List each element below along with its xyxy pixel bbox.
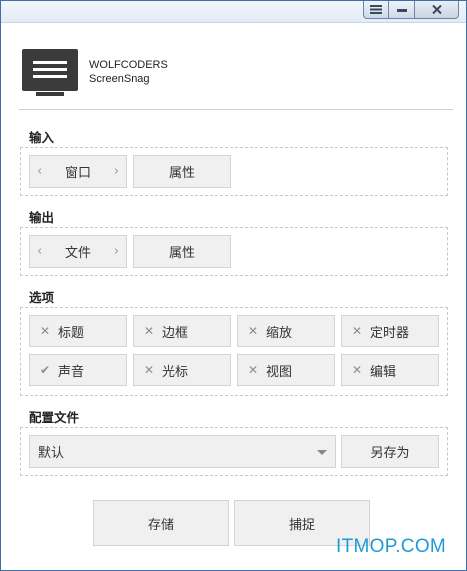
unchecked-x-icon: ✕ [143,363,155,377]
watermark-text: ITMOP.COM [336,536,447,557]
prev-arrow-icon[interactable]: ‹ [37,244,42,259]
option-label: 光标 [162,364,189,380]
option-timer-toggle[interactable]: ✕ 定时器 [341,315,439,347]
save-as-label: 另存为 [370,446,410,461]
next-arrow-icon[interactable]: › [114,164,119,179]
save-button[interactable]: 存储 [93,500,229,546]
option-label: 缩放 [266,325,293,341]
profile-select[interactable]: 默认 [29,435,336,468]
menu-icon [370,5,382,14]
unchecked-x-icon: ✕ [143,324,155,338]
brand-company: WOLFCODERS [89,59,168,71]
next-arrow-icon[interactable]: › [114,244,119,259]
option-sound-toggle[interactable]: ✔ 声音 [29,354,127,386]
option-label: 编辑 [370,364,397,380]
option-view-toggle[interactable]: ✕ 视图 [237,354,335,386]
output-properties-button[interactable]: 属性 [133,235,231,268]
output-target-value: 文件 [64,246,91,261]
prev-arrow-icon[interactable]: ‹ [37,164,42,179]
option-cursor-toggle[interactable]: ✕ 光标 [133,354,231,386]
title-bar [1,1,466,23]
minimize-icon [396,8,407,12]
window-controls [363,1,459,19]
option-label: 声音 [58,364,85,380]
close-button[interactable] [415,1,459,19]
menu-button[interactable] [363,1,389,19]
header-divider [19,109,453,110]
option-zoom-toggle[interactable]: ✕ 缩放 [237,315,335,347]
save-as-button[interactable]: 另存为 [341,435,439,468]
option-label: 定时器 [370,325,410,341]
output-properties-label: 属性 [168,246,195,261]
unchecked-x-icon: ✕ [39,324,51,338]
options-section-title: 选项 [29,290,55,305]
output-section-title: 输出 [29,210,55,225]
chevron-down-icon [317,450,327,455]
unchecked-x-icon: ✕ [351,363,363,377]
brand-text: WOLFCODERS ScreenSnag [89,58,168,86]
unchecked-x-icon: ✕ [247,324,259,338]
input-section-title: 输入 [29,130,55,145]
unchecked-x-icon: ✕ [351,324,363,338]
profile-section-title: 配置文件 [29,410,80,425]
input-source-value: 窗口 [64,166,91,181]
minimize-button[interactable] [389,1,415,19]
input-properties-button[interactable]: 属性 [133,155,231,188]
monitor-stand [36,92,64,96]
option-label: 标题 [58,325,85,341]
input-properties-label: 属性 [168,166,195,181]
capture-label: 捕捉 [288,517,315,533]
output-target-selector[interactable]: ‹ 文件 › [29,235,127,268]
app-window: WOLFCODERS ScreenSnag 输入 ‹ 窗口 › 属性 输出 ‹ … [0,0,467,571]
checkmark-icon: ✔ [39,363,51,377]
option-label: 边框 [162,325,189,341]
input-source-selector[interactable]: ‹ 窗口 › [29,155,127,188]
option-title-toggle[interactable]: ✕ 标题 [29,315,127,347]
unchecked-x-icon: ✕ [247,363,259,377]
option-edit-toggle[interactable]: ✕ 编辑 [341,354,439,386]
close-icon [431,5,442,14]
profile-select-value: 默认 [38,446,65,461]
option-border-toggle[interactable]: ✕ 边框 [133,315,231,347]
save-label: 存储 [147,517,174,533]
option-label: 视图 [266,364,293,380]
brand-product: ScreenSnag [89,73,150,85]
monitor-logo-icon [22,49,78,91]
